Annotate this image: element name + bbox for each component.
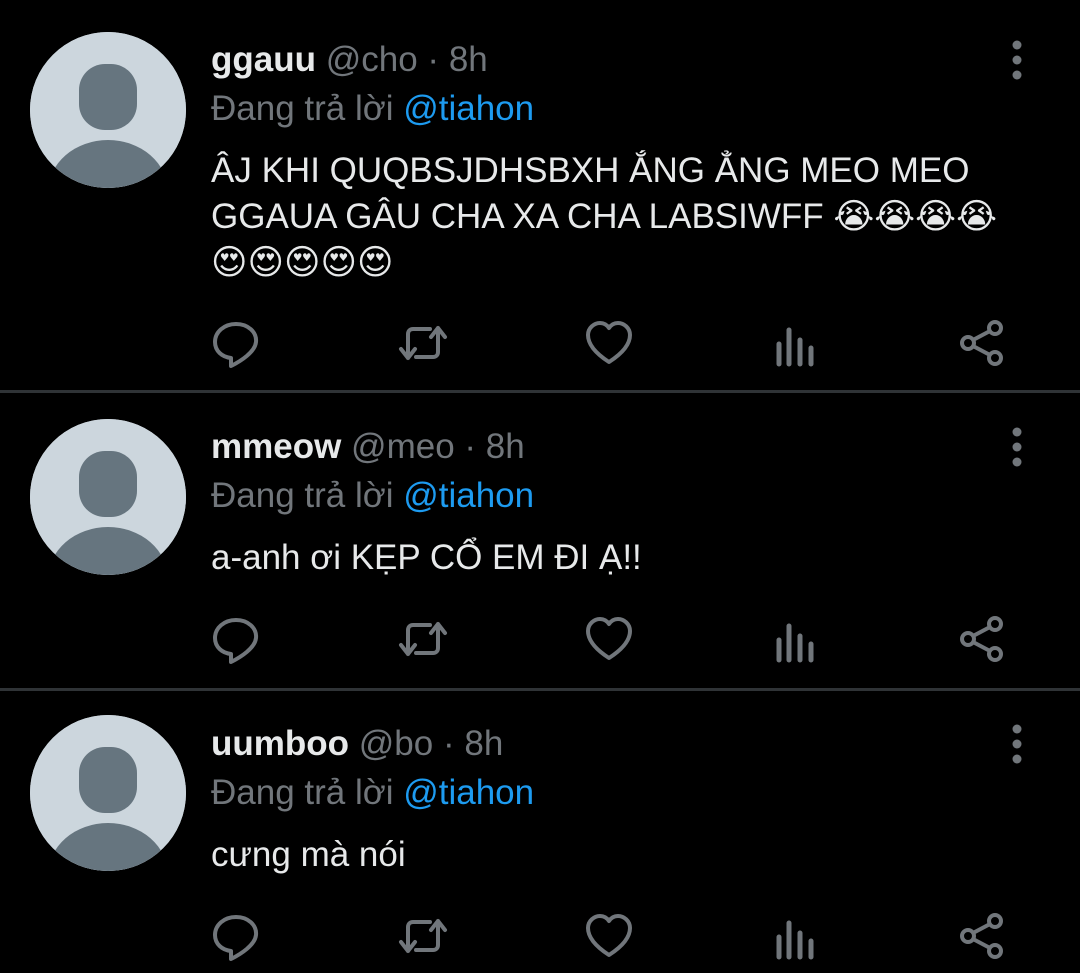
share-icon <box>960 913 1003 959</box>
heart-icon <box>586 914 632 957</box>
retweet-icon <box>399 919 447 953</box>
display-name[interactable]: mmeow <box>211 427 341 466</box>
separator-dot: · <box>442 724 455 763</box>
tweet[interactable]: mmeow @meo · 8h Đang trả lời @tiahon a-a… <box>0 393 1080 688</box>
user-handle[interactable]: @cho <box>326 40 418 79</box>
retweet-icon <box>399 326 447 360</box>
replying-to-label: Đang trả lời <box>211 476 394 515</box>
like-button[interactable] <box>582 612 636 666</box>
tweet-actions <box>0 316 1080 376</box>
analytics-icon <box>776 623 814 663</box>
avatar[interactable] <box>30 715 186 871</box>
tweet-actions <box>0 909 1080 969</box>
tweet-header: mmeow @meo · 8h <box>211 425 525 469</box>
retweet-button[interactable] <box>396 909 450 963</box>
share-icon <box>960 320 1003 366</box>
analytics-icon <box>776 327 814 367</box>
avatar[interactable] <box>30 32 186 188</box>
analytics-button[interactable] <box>769 909 823 963</box>
share-button[interactable] <box>956 909 1010 963</box>
more-options-button[interactable] <box>1002 722 1032 766</box>
share-button[interactable] <box>956 316 1010 370</box>
user-handle[interactable]: @meo <box>351 427 455 466</box>
share-icon <box>960 616 1003 662</box>
mention-link[interactable]: @tiahon <box>403 476 534 515</box>
retweet-button[interactable] <box>396 316 450 370</box>
like-button[interactable] <box>582 316 636 370</box>
user-handle[interactable]: @bo <box>359 724 433 763</box>
more-vertical-icon <box>1012 427 1022 467</box>
reply-icon <box>213 322 259 368</box>
retweet-button[interactable] <box>396 612 450 666</box>
tweet-actions <box>0 612 1080 672</box>
more-vertical-icon <box>1012 40 1022 80</box>
analytics-button[interactable] <box>769 612 823 666</box>
default-avatar-icon <box>30 32 186 188</box>
tweet-header: ggauu @cho · 8h <box>211 38 488 82</box>
replying-to-label: Đang trả lời <box>211 773 394 812</box>
replying-to-line: Đang trả lời @tiahon <box>211 87 534 131</box>
tweet-feed: ggauu @cho · 8h Đang trả lời @tiahon ÂJ … <box>0 0 1080 973</box>
separator-dot: · <box>427 40 440 79</box>
timestamp[interactable]: 8h <box>486 427 525 466</box>
share-button[interactable] <box>956 612 1010 666</box>
display-name[interactable]: ggauu <box>211 40 316 79</box>
separator-dot: · <box>464 427 477 466</box>
tweet-text: cưng mà nói <box>211 835 406 874</box>
reply-button[interactable] <box>209 612 263 666</box>
more-options-button[interactable] <box>1002 38 1032 82</box>
timestamp[interactable]: 8h <box>464 724 503 763</box>
tweet-text: ÂJ KHI QUQBSJDHSBXH ẮNG ẲNG MEO MEO GGAU… <box>211 151 997 282</box>
display-name[interactable]: uumboo <box>211 724 349 763</box>
retweet-icon <box>399 622 447 656</box>
analytics-button[interactable] <box>769 316 823 370</box>
reply-icon <box>213 915 259 961</box>
heart-icon <box>586 321 632 364</box>
like-button[interactable] <box>582 909 636 963</box>
default-avatar-icon <box>30 419 186 575</box>
analytics-icon <box>776 920 814 960</box>
mention-link[interactable]: @tiahon <box>403 89 534 128</box>
replying-to-label: Đang trả lời <box>211 89 394 128</box>
default-avatar-icon <box>30 715 186 871</box>
tweet-text: a-anh ơi KẸP CỔ EM ĐI Ạ!! <box>211 538 642 577</box>
avatar[interactable] <box>30 419 186 575</box>
mention-link[interactable]: @tiahon <box>403 773 534 812</box>
heart-icon <box>586 617 632 660</box>
replying-to-line: Đang trả lời @tiahon <box>211 474 534 518</box>
tweet-header: uumboo @bo · 8h <box>211 722 503 766</box>
reply-button[interactable] <box>209 316 263 370</box>
tweet[interactable]: uumboo @bo · 8h Đang trả lời @tiahon cưn… <box>0 691 1080 973</box>
reply-button[interactable] <box>209 909 263 963</box>
reply-icon <box>213 618 259 664</box>
more-vertical-icon <box>1012 724 1022 764</box>
tweet[interactable]: ggauu @cho · 8h Đang trả lời @tiahon ÂJ … <box>0 0 1080 390</box>
replying-to-line: Đang trả lời @tiahon <box>211 771 534 815</box>
more-options-button[interactable] <box>1002 425 1032 469</box>
timestamp[interactable]: 8h <box>449 40 488 79</box>
